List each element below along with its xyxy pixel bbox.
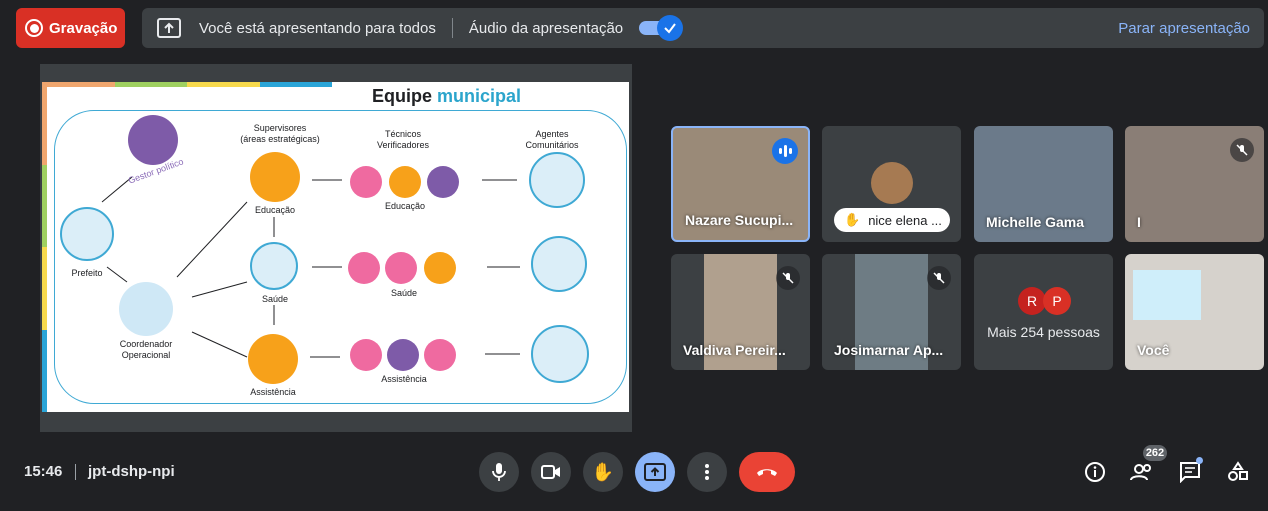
participant-name: Você — [1137, 342, 1170, 358]
divider — [75, 464, 76, 480]
present-screen-icon — [157, 18, 181, 38]
participant-tile[interactable]: Josimarnar Ap... — [822, 254, 961, 370]
supervisores-label: Supervisores (áreas estratégicas) — [240, 123, 320, 144]
participant-tile[interactable]: ✋ nice elena ... — [822, 126, 961, 242]
participant-name: nice elena ... — [868, 212, 942, 228]
people-button[interactable] — [1128, 458, 1156, 486]
coordenador-avatar — [119, 282, 173, 336]
tecnico-avatar — [387, 339, 419, 371]
chat-icon — [1180, 462, 1200, 483]
tecnico-avatar — [350, 166, 382, 198]
microphone-icon — [492, 463, 506, 481]
clock: 15:46 — [24, 463, 63, 480]
chat-button[interactable] — [1176, 457, 1204, 486]
supervisor-saude-avatar — [250, 242, 298, 290]
agentes-group-avatar — [531, 236, 587, 292]
check-icon — [657, 15, 684, 41]
tecnicos-educacao-label: Educação — [384, 201, 426, 211]
stop-presenting-button[interactable]: Parar apresentação — [1118, 20, 1250, 37]
info-icon — [1085, 462, 1105, 482]
avatar: R — [1018, 287, 1046, 315]
participant-tile[interactable]: Valdiva Pereir... — [671, 254, 810, 370]
coordenador-label: Coordenador Operacional — [119, 339, 173, 360]
activities-button[interactable] — [1224, 458, 1252, 486]
shapes-icon — [1228, 461, 1248, 481]
present-button[interactable] — [635, 452, 675, 492]
divider — [451, 18, 453, 38]
mic-off-icon — [1230, 138, 1254, 162]
more-people-label: Mais 254 pessoas — [987, 324, 1100, 340]
participant-name-pill: ✋ nice elena ... — [834, 208, 950, 232]
presenting-bar: Você está apresentando para todos Áudio … — [142, 8, 1264, 48]
participant-name: Josimarnar Ap... — [834, 342, 944, 358]
leave-call-button[interactable] — [739, 452, 795, 492]
tecnico-avatar — [385, 252, 417, 284]
meeting-details-button[interactable] — [1081, 458, 1109, 486]
participant-tile[interactable]: Nazare Sucupi... — [671, 126, 810, 242]
camera-icon — [541, 465, 560, 479]
mic-off-icon — [927, 266, 951, 290]
raised-hand-icon: ✋ — [844, 212, 861, 227]
agentes-group-avatar — [529, 152, 585, 208]
people-icon — [1130, 464, 1151, 481]
participant-tile[interactable]: Michelle Gama — [974, 126, 1113, 242]
tecnico-avatar — [348, 252, 380, 284]
tecnico-avatar — [427, 166, 459, 198]
participant-name: I — [1137, 214, 1141, 230]
more-people-tile[interactable]: R P Mais 254 pessoas — [974, 254, 1113, 370]
top-bar: Gravação Você está apresentando para tod… — [16, 8, 1264, 48]
microphone-button[interactable] — [479, 452, 519, 492]
mic-off-icon — [776, 266, 800, 290]
self-tile[interactable]: Você — [1125, 254, 1264, 370]
tecnicos-saude-label: Saúde — [390, 288, 418, 298]
camera-button[interactable] — [531, 452, 571, 492]
tecnico-avatar — [350, 339, 382, 371]
hand-icon: ✋ — [591, 461, 615, 482]
meeting-code: jpt-dshp-npi — [88, 463, 175, 480]
participant-avatar — [871, 162, 913, 204]
participant-name: Valdiva Pereir... — [683, 342, 786, 358]
tecnicos-label: Técnicos Verificadores — [376, 129, 430, 150]
tecnico-avatar — [424, 252, 456, 284]
tecnico-avatar — [389, 166, 421, 198]
more-vert-icon — [705, 464, 709, 480]
recording-button[interactable]: Gravação — [16, 8, 125, 48]
self-video-poster — [1133, 270, 1201, 320]
notification-dot — [1196, 457, 1203, 464]
people-count-badge: 262 — [1143, 445, 1167, 461]
call-end-icon — [757, 469, 777, 476]
tecnico-avatar — [424, 339, 456, 371]
supervisor-assistencia-label: Assistência — [250, 387, 296, 397]
supervisor-assistencia-avatar — [248, 334, 298, 384]
agentes-label: Agentes Comunitários — [525, 129, 579, 150]
supervisor-educacao-avatar — [250, 152, 300, 202]
bottom-bar: 15:46 jpt-dshp-npi ✋ 262 — [0, 445, 1268, 494]
presented-slide: Equipe municipal Gestor político Prefeit… — [42, 82, 629, 412]
record-icon — [25, 19, 43, 37]
agentes-group-avatar — [531, 325, 589, 383]
present-screen-icon — [644, 463, 666, 481]
tecnicos-assistencia-label: Assistência — [381, 374, 427, 384]
presentation-audio-toggle[interactable] — [639, 15, 684, 41]
more-options-button[interactable] — [687, 452, 727, 492]
prefeito-label: Prefeito — [71, 268, 103, 278]
supervisor-saude-label: Saúde — [261, 294, 289, 304]
presenting-text: Você está apresentando para todos — [199, 19, 436, 37]
avatar: P — [1043, 287, 1071, 315]
participant-tile[interactable]: I — [1125, 126, 1264, 242]
gestor-avatar — [128, 115, 178, 165]
supervisor-educacao-label: Educação — [254, 205, 296, 215]
speaking-indicator-icon — [772, 138, 798, 164]
prefeito-avatar — [60, 207, 114, 261]
raise-hand-button[interactable]: ✋ — [583, 452, 623, 492]
presentation-audio-label: Áudio da apresentação — [468, 19, 624, 37]
recording-label: Gravação — [49, 19, 118, 37]
participant-name: Michelle Gama — [986, 214, 1085, 230]
participant-name: Nazare Sucupi... — [685, 212, 794, 228]
